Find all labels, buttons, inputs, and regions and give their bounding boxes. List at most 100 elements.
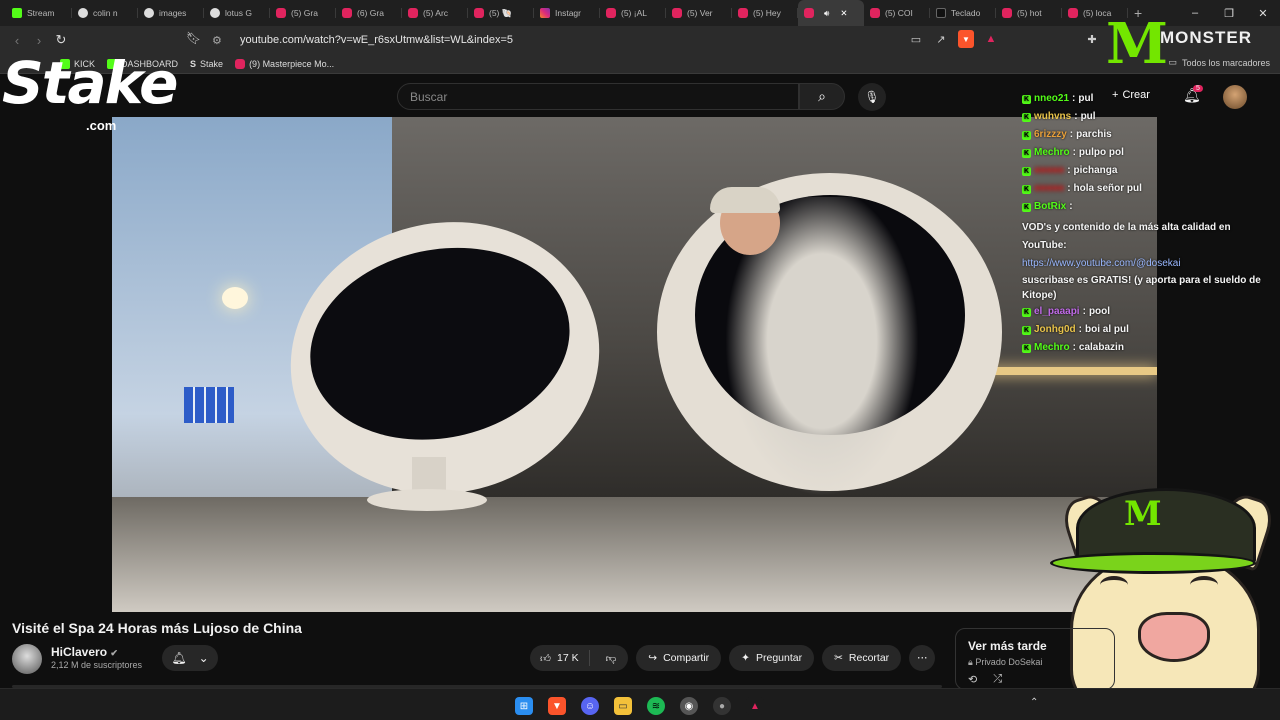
stake-icon: S (190, 58, 197, 69)
youtube-icon (804, 8, 814, 18)
browser-tab[interactable]: lotus G (204, 0, 270, 26)
video-scene-floor (112, 497, 1157, 612)
chat-separator: : (1082, 306, 1086, 317)
address-bar[interactable]: ⚙ youtube.com/watch?v=wE_r6sxUtmw&list=W… (212, 29, 1008, 51)
clip-button[interactable]: ✂ Recortar (822, 645, 902, 671)
chat-username: Jonhg0d (1034, 324, 1076, 335)
app-icon[interactable]: ▲ (746, 697, 764, 715)
chat-username: wuhvns (1034, 111, 1072, 122)
bookmark-masterpiece[interactable]: (9) Masterpiece Mo... (235, 58, 334, 69)
file-explorer-icon[interactable]: ▭ (614, 697, 632, 715)
system-tray-chevron-icon[interactable]: ⌃ (1030, 697, 1038, 708)
chat-link[interactable]: https://www.youtube.com/@dosekai (1022, 255, 1262, 273)
spotify-icon[interactable]: ≋ (647, 697, 665, 715)
ask-button[interactable]: ✦ Preguntar (729, 645, 815, 671)
steam-icon[interactable]: ◉ (680, 697, 698, 715)
browser-tab[interactable]: Teclado (930, 0, 996, 26)
browser-tab[interactable]: Instagr (534, 0, 600, 26)
search-input[interactable]: Buscar (397, 83, 799, 110)
more-actions-button[interactable]: ⋯ (909, 645, 936, 671)
site-settings-icon[interactable]: ⚙ (212, 34, 230, 47)
video-scene-lamp (222, 287, 248, 309)
chat-message: Kel_paaapi: pool (1022, 303, 1262, 321)
chat-message: Knneo21: pul (1022, 90, 1262, 108)
chat-text: parchis (1076, 129, 1112, 140)
channel-name[interactable]: HiClavero ✔ (51, 645, 118, 659)
loop-icon[interactable]: ⟲ (968, 673, 977, 686)
tab-strip: Stream colin n images lotus G (5) Gra (6) Gra… (0, 0, 1280, 26)
chat-text: VOD's y contenido de la más alta calidad… (1022, 222, 1231, 251)
browser-tab[interactable]: (5) ¡AL (600, 0, 666, 26)
lock-icon: 🔒︎ (968, 657, 973, 667)
browser-tab[interactable]: Stream (6, 0, 72, 26)
browser-tab[interactable]: 🔊︎ ✕ (798, 0, 864, 26)
chat-username: ■■■■■ (1034, 183, 1065, 194)
video-actions: 👍︎ 17 K 👎︎ ↪ Compartir ✦ Preguntar ✂ Recorta… (530, 645, 936, 671)
chat-text: boi al pul (1085, 324, 1129, 335)
browser-tab[interactable]: (5) Arc (402, 0, 468, 26)
audio-playing-icon[interactable]: 🔊︎ (824, 8, 829, 19)
browser-tab[interactable]: (5) Hey (732, 0, 798, 26)
back-icon[interactable]: ‹ (6, 29, 28, 51)
video-player[interactable] (112, 117, 1157, 612)
share-button[interactable]: ↪ Compartir (636, 645, 722, 671)
youtube-icon (342, 8, 352, 18)
search-icon[interactable]: ⌕ (799, 83, 845, 110)
discord-icon[interactable]: ☺ (581, 697, 599, 715)
chat-message: K ■■■■■: hola señor pul (1022, 180, 1262, 198)
brave-rewards-icon[interactable]: ▲ (983, 30, 999, 48)
browser-tab[interactable]: (5) 🐚 (468, 0, 534, 26)
dislike-button[interactable]: 👎︎ (596, 652, 629, 665)
chat-message: Kwuhvns: pul (1022, 108, 1262, 126)
close-tab-icon[interactable]: ✕ (840, 8, 847, 19)
youtube-icon (474, 8, 484, 18)
kick-badge-icon: K (1022, 148, 1031, 158)
windows-start-icon[interactable]: ⊞ (515, 697, 533, 715)
browser-tab[interactable]: images (138, 0, 204, 26)
brave-shields-icon[interactable]: ▼ (958, 30, 974, 48)
like-button[interactable]: 👍︎ 17 K (530, 650, 590, 666)
subscription-bell-button[interactable]: 🔔︎ ⌄ (162, 645, 218, 671)
obs-icon[interactable]: ● (713, 697, 731, 715)
kick-badge-icon: K (1022, 184, 1031, 194)
cat-eye-left (1100, 576, 1128, 594)
reload-icon[interactable]: ↻ (50, 29, 72, 51)
kick-badge-icon: K (1022, 202, 1031, 212)
chat-username: nneo21 (1034, 93, 1070, 104)
chat-separator: : (1072, 93, 1076, 104)
chat-separator: : (1069, 201, 1073, 212)
google-icon (144, 8, 154, 18)
chat-username: BotRix (1034, 201, 1067, 212)
tab-label: (5) 🐚 (489, 7, 513, 18)
share-icon[interactable]: ↗ (933, 30, 949, 48)
address-bar-actions: ▭ ↗ ▼ ▲ (908, 30, 999, 48)
watch-later-panel[interactable]: Ver más tarde 🔒︎ Privado DoSekai ⟲ ⤮ (955, 628, 1115, 690)
chat-separator: : (1072, 147, 1076, 158)
tab-label: (5) Gra (291, 8, 318, 18)
forward-icon[interactable]: › (28, 29, 50, 51)
tab-label: Instagr (555, 8, 581, 18)
chat-separator: : (1074, 111, 1078, 122)
chat-separator: : (1067, 165, 1071, 176)
chat-message: K Jonhg0d: boi al pul (1022, 321, 1262, 339)
extensions-icon[interactable]: ✚ (1084, 30, 1100, 48)
browser-tab[interactable]: (5) Ver (666, 0, 732, 26)
microphone-icon[interactable]: 🎙︎ (858, 83, 886, 111)
youtube-icon (606, 8, 616, 18)
browser-tab[interactable]: (5) hot (996, 0, 1062, 26)
video-scene-chair-base (367, 489, 487, 511)
tab-label: (5) ¡AL (621, 8, 647, 18)
channel-avatar[interactable] (12, 644, 42, 674)
browser-tab[interactable]: (5) Gra (270, 0, 336, 26)
browser-tab[interactable]: (6) Gra (336, 0, 402, 26)
bookmark-stake[interactable]: S Stake (190, 59, 223, 69)
browser-tab[interactable]: (5) COI (864, 0, 930, 26)
kick-badge-icon: K (1022, 325, 1031, 335)
brave-browser-icon[interactable]: ▼ (548, 697, 566, 715)
monster-claw-icon: M (1106, 11, 1168, 77)
cast-icon[interactable]: ▭ (908, 30, 924, 48)
chat-username: el_paaapi (1034, 306, 1080, 317)
shuffle-icon[interactable]: ⤮ (993, 673, 1002, 686)
browser-tab[interactable]: colin n (72, 0, 138, 26)
bookmark-page-icon[interactable]: 🔖︎ (186, 31, 202, 49)
